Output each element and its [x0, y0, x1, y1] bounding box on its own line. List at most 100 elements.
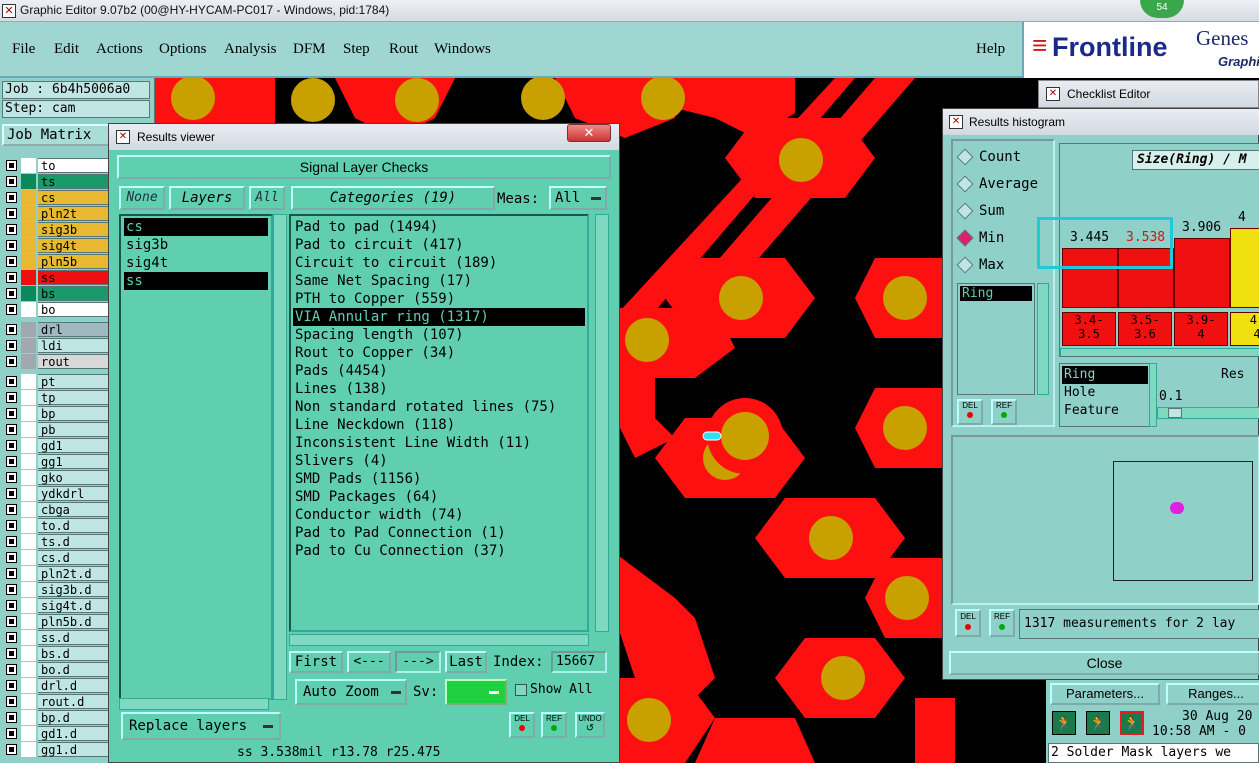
- category-item[interactable]: Non standard rotated lines (75): [293, 398, 585, 416]
- layer-row-pln5b[interactable]: pln5b: [4, 254, 110, 269]
- layer-color-swatch[interactable]: [21, 190, 36, 205]
- category-item[interactable]: SMD Pads (1156): [293, 470, 585, 488]
- category-item[interactable]: Lines (138): [293, 380, 585, 398]
- layer-checkbox[interactable]: [6, 600, 17, 611]
- layer-checkbox[interactable]: [6, 552, 17, 563]
- layer-checkbox[interactable]: [6, 744, 17, 755]
- layer-checkbox[interactable]: [6, 240, 17, 251]
- layer-row-ldi[interactable]: ldi: [4, 338, 110, 353]
- layer-name[interactable]: pln5b.d: [38, 614, 110, 629]
- layer-checkbox[interactable]: [6, 632, 17, 643]
- layer-color-swatch[interactable]: [21, 222, 36, 237]
- radio-icon[interactable]: [956, 202, 974, 220]
- layer-row-cbga[interactable]: cbga: [4, 502, 110, 517]
- layer-list-hscroll[interactable]: [119, 698, 269, 710]
- layer-name[interactable]: cs.d: [38, 550, 110, 565]
- layer-color-swatch[interactable]: [21, 206, 36, 221]
- layer-row-gko[interactable]: gko: [4, 470, 110, 485]
- layer-color-swatch[interactable]: [21, 354, 36, 369]
- running-man-icon[interactable]: 🏃: [1086, 711, 1110, 735]
- layer-color-swatch[interactable]: [21, 710, 36, 725]
- layer-checkbox[interactable]: [6, 728, 17, 739]
- first-button[interactable]: First: [289, 651, 343, 673]
- layer-color-swatch[interactable]: [21, 742, 36, 757]
- layer-list-scrollbar[interactable]: [273, 214, 287, 700]
- layer-row-cs[interactable]: cs: [4, 190, 110, 205]
- chart-hscroll[interactable]: [1060, 348, 1259, 356]
- layer-color-swatch[interactable]: [21, 726, 36, 741]
- category-item[interactable]: Same Net Spacing (17): [293, 272, 585, 290]
- layer-name[interactable]: cs: [38, 190, 110, 205]
- layer-color-swatch[interactable]: [21, 174, 36, 189]
- meas-dropdown[interactable]: All: [549, 186, 607, 210]
- categories-button[interactable]: Categories (19): [291, 186, 495, 210]
- layer-checkbox[interactable]: [6, 520, 17, 531]
- layer-name[interactable]: pln2t: [38, 206, 110, 221]
- stop-run-icon[interactable]: 🏃: [1120, 711, 1144, 735]
- layer-row-drl-d[interactable]: drl.d: [4, 678, 110, 693]
- layer-row-sig4t[interactable]: sig4t: [4, 238, 110, 253]
- prev-button[interactable]: <---: [347, 651, 391, 673]
- category-item[interactable]: Pads (4454): [293, 362, 585, 380]
- radio-icon[interactable]: [956, 256, 974, 274]
- layer-checkbox[interactable]: [6, 568, 17, 579]
- close-button[interactable]: Close: [949, 651, 1259, 675]
- field-item[interactable]: Ring: [960, 286, 1032, 301]
- last-button[interactable]: Last: [445, 651, 487, 673]
- layer-checkbox[interactable]: [6, 616, 17, 627]
- layer-name[interactable]: bs: [38, 286, 110, 301]
- layer-checkbox[interactable]: [6, 392, 17, 403]
- layer-color-swatch[interactable]: [21, 486, 36, 501]
- layer-color-swatch[interactable]: [21, 630, 36, 645]
- res-slider[interactable]: [1157, 407, 1259, 419]
- layer-list-item[interactable]: sig3b: [124, 236, 268, 254]
- layer-name[interactable]: bs.d: [38, 646, 110, 661]
- layer-checkbox[interactable]: [6, 584, 17, 595]
- layer-name[interactable]: bo.d: [38, 662, 110, 677]
- field-scrollbar[interactable]: [1037, 283, 1049, 395]
- layer-color-swatch[interactable]: [21, 406, 36, 421]
- layer-list-item[interactable]: ss: [124, 272, 268, 290]
- menu-analysis[interactable]: Analysis: [224, 41, 277, 58]
- mode-option-min[interactable]: Min: [956, 229, 1004, 247]
- layer-name[interactable]: pln2t.d: [38, 566, 110, 581]
- none-button[interactable]: None: [119, 186, 165, 210]
- layer-color-swatch[interactable]: [21, 534, 36, 549]
- layer-checkbox[interactable]: [6, 504, 17, 515]
- layer-name[interactable]: pln5b: [38, 254, 110, 269]
- categories-hscroll[interactable]: [289, 634, 589, 646]
- layer-row-ts[interactable]: ts: [4, 174, 110, 189]
- layer-checkbox[interactable]: [6, 208, 17, 219]
- layer-color-swatch[interactable]: [21, 286, 36, 301]
- layer-checkbox[interactable]: [6, 408, 17, 419]
- layer-name[interactable]: drl.d: [38, 678, 110, 693]
- menu-windows[interactable]: Windows: [434, 41, 491, 58]
- layer-checkbox[interactable]: [6, 272, 17, 283]
- layer-name[interactable]: ss: [38, 270, 110, 285]
- category-item[interactable]: VIA Annular ring (1317): [293, 308, 585, 326]
- index-input[interactable]: 15667: [551, 651, 607, 673]
- layer-name[interactable]: drl: [38, 322, 110, 337]
- layer-name[interactable]: sig3b: [38, 222, 110, 237]
- layer-checkbox[interactable]: [6, 340, 17, 351]
- layer-row-to-d[interactable]: to.d: [4, 518, 110, 533]
- layer-row-pt[interactable]: pt: [4, 374, 110, 389]
- mode-option-sum[interactable]: Sum: [956, 202, 1004, 220]
- layer-row-gg1-d[interactable]: gg1.d: [4, 742, 110, 757]
- layer-row-bo[interactable]: bo: [4, 302, 110, 317]
- del-button[interactable]: DEL: [509, 712, 535, 738]
- layer-row-sig3b[interactable]: sig3b: [4, 222, 110, 237]
- parameters-button[interactable]: Parameters...: [1050, 683, 1160, 705]
- attr-item[interactable]: Ring: [1062, 366, 1148, 384]
- layer-checkbox[interactable]: [6, 664, 17, 675]
- hist-ref-button[interactable]: REF: [991, 399, 1017, 425]
- layer-checkbox[interactable]: [6, 192, 17, 203]
- layer-color-swatch[interactable]: [21, 614, 36, 629]
- layer-checkbox[interactable]: [6, 696, 17, 707]
- layer-color-swatch[interactable]: [21, 454, 36, 469]
- layer-name[interactable]: sig3b.d: [38, 582, 110, 597]
- undo-button[interactable]: UNDO ↺: [575, 712, 605, 738]
- layer-color-swatch[interactable]: [21, 438, 36, 453]
- menu-edit[interactable]: Edit: [54, 41, 79, 58]
- layer-name[interactable]: to: [38, 158, 110, 173]
